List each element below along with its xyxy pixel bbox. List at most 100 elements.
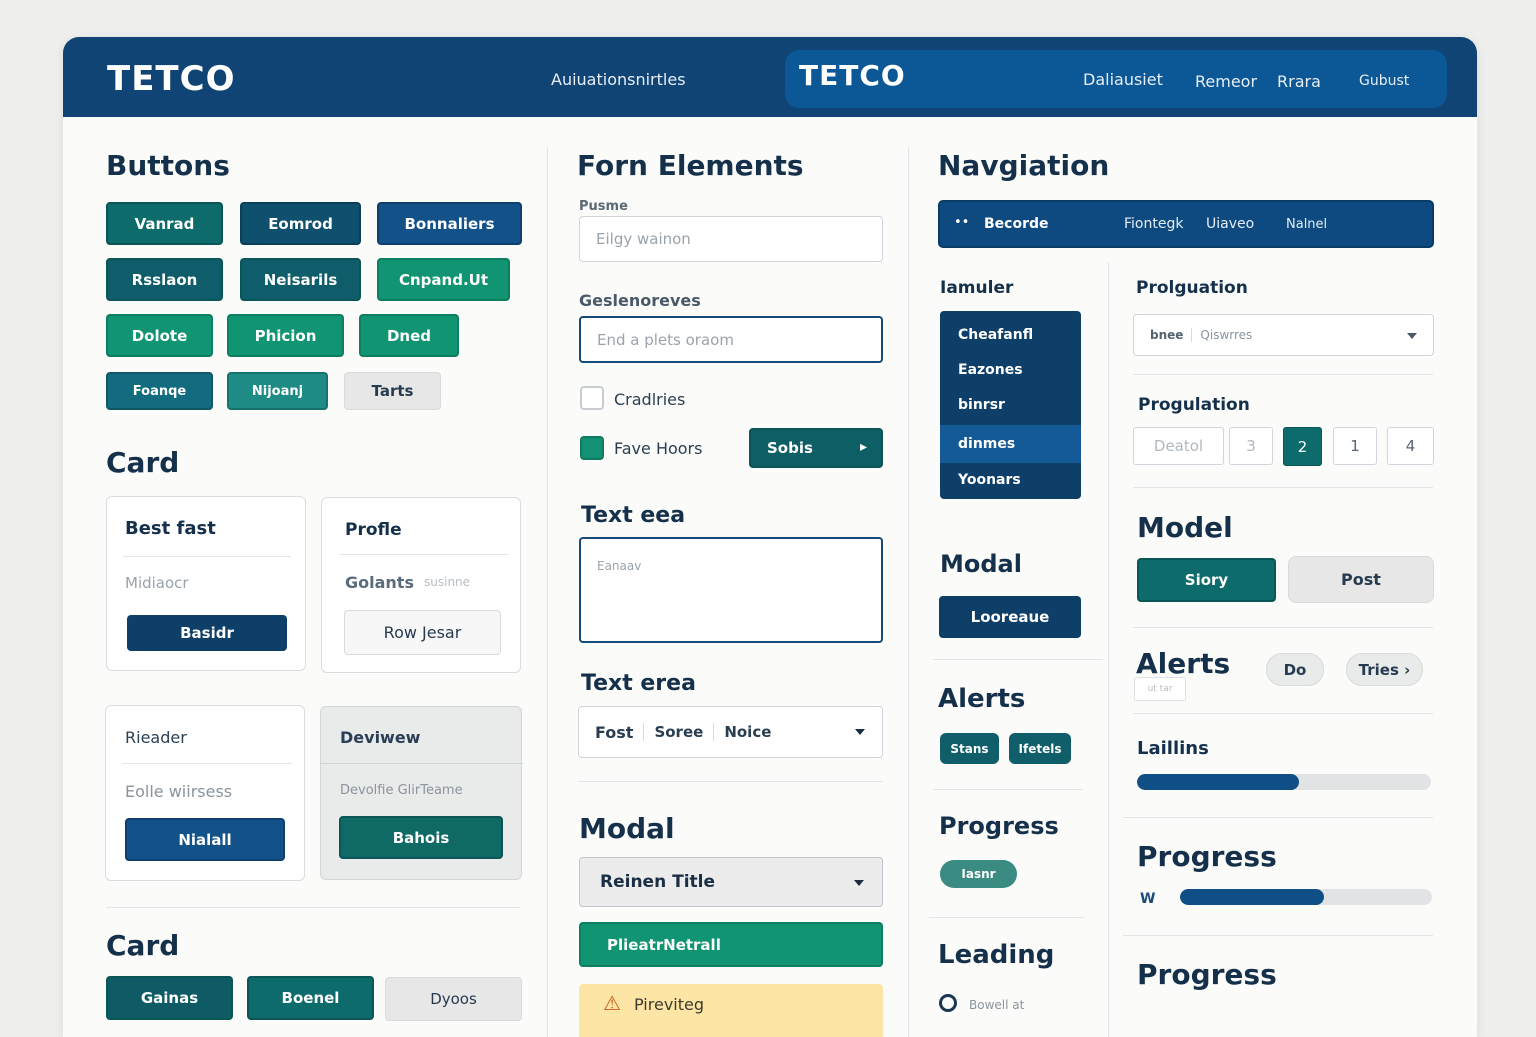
checkbox-cradlries-label: Cradlries	[614, 390, 686, 409]
card-deviwew: Deviwew Devolfie GlirTeame Bahois	[320, 706, 523, 880]
card-button[interactable]: Bahois	[339, 816, 503, 859]
card-button[interactable]: Nialall	[125, 818, 285, 861]
sidemenu-heading: Iamuler	[940, 278, 1014, 298]
button-vanrad[interactable]: Vanrad	[106, 202, 223, 245]
button-dolote[interactable]: Dolote	[106, 314, 213, 357]
alert-chip-2[interactable]: Ifetels	[1009, 733, 1071, 764]
button-cnpand[interactable]: Cnpand.Ut	[377, 258, 510, 301]
navigation-heading: Navgiation	[938, 149, 1110, 182]
button-bonnaliers[interactable]: Bonnaliers	[377, 202, 522, 245]
button-dyoos[interactable]: Dyoos	[385, 977, 522, 1021]
field1-input[interactable]: Eilgy wainon	[579, 216, 883, 262]
textarea[interactable]: Eanaav	[579, 537, 883, 643]
checkbox-fave-hoors[interactable]	[580, 436, 604, 460]
brand-logo[interactable]: TETCO	[107, 59, 235, 99]
section-divider	[106, 907, 520, 908]
progress-fill	[1180, 889, 1324, 905]
nav-link-left[interactable]: Auiuationsnirtles	[551, 70, 686, 89]
card-divider	[123, 556, 291, 557]
separator	[1191, 328, 1193, 342]
side-menu: Cheafanfl Eazones binrsr dinmes Yoonars	[940, 311, 1081, 499]
field2-input[interactable]: End a plets oraom	[579, 316, 883, 363]
submit-label: Sobis	[767, 439, 813, 457]
modal-select[interactable]: Reinen Title	[579, 857, 883, 907]
side-menu-item-5[interactable]: Yoonars	[958, 472, 1021, 488]
leading-heading: Leading	[938, 940, 1055, 970]
card-button[interactable]: Basidr	[127, 615, 287, 651]
checkbox-cradlries[interactable]	[580, 386, 604, 410]
button-tarts[interactable]: Tarts	[344, 372, 441, 410]
page-1[interactable]: 1	[1333, 427, 1377, 465]
card2-heading: Card	[106, 929, 180, 962]
nav-link-4[interactable]: Gubust	[1359, 73, 1409, 89]
button-nijoanj[interactable]: Nijoanj	[227, 372, 328, 410]
loading-progress-track	[1137, 774, 1431, 790]
secondary-nav: TETCO Daliausiet Remeor Rrara Gubust	[785, 50, 1447, 108]
card-button[interactable]: Row Jesar	[344, 610, 501, 655]
card-text: Eolle wiirsess	[125, 782, 233, 801]
page-4[interactable]: 4	[1387, 427, 1434, 465]
nav-bar-item-3[interactable]: Uiaveo	[1206, 216, 1254, 232]
modal-form-heading: Modal	[579, 812, 675, 845]
alert-do-button[interactable]: Do	[1266, 653, 1324, 686]
submit-button[interactable]: Sobis ▸	[749, 428, 883, 468]
nav-bar-item-2[interactable]: Fiontegk	[1124, 216, 1183, 232]
top-header: TETCO Auiuationsnirtles TETCO Daliausiet…	[63, 37, 1477, 117]
column-divider	[547, 147, 548, 1037]
nav-bar-item-4[interactable]: Nalnel	[1286, 217, 1327, 232]
nav-link-2[interactable]: Remeor	[1195, 72, 1257, 91]
side-menu-item-4[interactable]: dinmes	[958, 436, 1015, 452]
button-dned[interactable]: Dned	[359, 314, 459, 357]
button-phicion[interactable]: Phicion	[227, 314, 344, 357]
dropdown-select[interactable]: bnee Qiswrres	[1133, 314, 1434, 356]
button-eomrod[interactable]: Eomrod	[240, 202, 361, 245]
nav-bar-item-1[interactable]: Becorde	[984, 216, 1049, 232]
progress-icon: W	[1140, 891, 1156, 907]
separator	[643, 723, 645, 741]
card-title: Profle	[345, 520, 402, 540]
chevron-down-icon	[1407, 333, 1417, 339]
card-text: Midiaocr	[125, 574, 189, 592]
modal-open-button[interactable]: Looreaue	[939, 596, 1081, 638]
page-3[interactable]: 3	[1229, 427, 1273, 465]
alert-tries-button[interactable]: Tries ›	[1346, 653, 1423, 686]
column-divider	[1108, 262, 1109, 1037]
card-divider	[340, 554, 508, 555]
arrow-icon: ▸	[859, 439, 867, 455]
form-elements-heading: Forn Elements	[577, 149, 804, 182]
side-menu-item-1[interactable]: Cheafanfl	[958, 327, 1033, 343]
button-rsslaon[interactable]: Rsslaon	[106, 258, 223, 301]
segmented-select[interactable]: Fost Soree Noice	[578, 706, 883, 758]
checkbox-fave-hoors-label: Fave Hoors	[614, 439, 703, 458]
side-menu-item-2[interactable]: Eazones	[958, 362, 1023, 378]
warning-alert: ⚠ Pireviteg	[579, 984, 883, 1037]
radio-icon[interactable]	[939, 994, 957, 1012]
select-option-3[interactable]: Noice	[724, 723, 771, 741]
loading-heading: Laillins	[1137, 738, 1209, 759]
side-menu-item-3[interactable]: binrsr	[958, 397, 1005, 413]
modal-select-value: Reinen Title	[600, 872, 716, 892]
card-rieader: Rieader Eolle wiirsess Nialall	[105, 705, 305, 881]
primary-button[interactable]: PlieatrNetrall	[579, 922, 883, 967]
nav-alerts-heading: Alerts	[938, 684, 1026, 714]
nav-link-3[interactable]: Rrara	[1277, 72, 1321, 91]
chevron-down-icon	[854, 880, 864, 886]
progress-track	[1180, 889, 1432, 905]
card-subtext: susinne	[424, 575, 471, 589]
button-boenel[interactable]: Boenel	[247, 976, 374, 1020]
select-option-1[interactable]: Fost	[595, 723, 633, 742]
brand-logo-secondary[interactable]: TETCO	[799, 59, 906, 92]
model-primary-button[interactable]: Siory	[1137, 558, 1276, 602]
select-option-2[interactable]: Soree	[654, 723, 703, 741]
page-prev[interactable]: Deatol	[1133, 427, 1224, 465]
alert-chip-1[interactable]: Stans	[940, 733, 999, 764]
nav-modal-heading: Modal	[940, 550, 1022, 578]
button-gainas[interactable]: Gainas	[106, 976, 233, 1020]
button-neisarils[interactable]: Neisarils	[240, 258, 361, 301]
app-window: TETCO Auiuationsnirtles TETCO Daliausiet…	[63, 37, 1477, 1037]
pagination-heading: Progulation	[1138, 395, 1250, 415]
model-secondary-button[interactable]: Post	[1288, 556, 1434, 603]
nav-link-1[interactable]: Daliausiet	[1083, 70, 1163, 89]
page-2-active[interactable]: 2	[1283, 427, 1322, 466]
button-foanqe[interactable]: Foanqe	[106, 372, 213, 410]
